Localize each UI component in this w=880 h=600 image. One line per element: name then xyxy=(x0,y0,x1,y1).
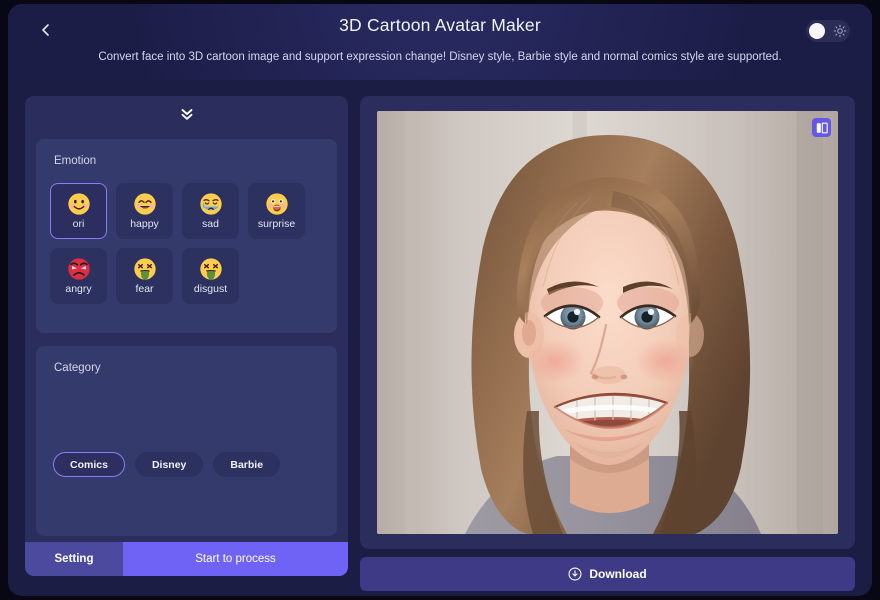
emotion-option-ori[interactable]: ori xyxy=(50,183,107,239)
app-header: 3D Cartoon Avatar Maker Convert face int… xyxy=(8,4,872,80)
astonished-face-icon xyxy=(265,193,288,215)
emotion-option-happy[interactable]: happy xyxy=(116,183,173,239)
download-button[interactable]: Download xyxy=(360,557,855,591)
preview-column: Download xyxy=(360,96,855,591)
compare-view-button[interactable] xyxy=(812,118,831,137)
sun-icon xyxy=(833,24,847,38)
page-subtitle: Convert face into 3D cartoon image and s… xyxy=(98,51,782,63)
category-card: Category Comics Disney Barbie xyxy=(36,346,337,536)
emotion-option-label: ori xyxy=(72,218,85,230)
download-button-label: Download xyxy=(589,567,647,581)
theme-toggle[interactable] xyxy=(806,20,850,42)
category-options: Comics Disney Barbie xyxy=(53,452,281,477)
category-option-barbie[interactable]: Barbie xyxy=(213,452,281,477)
emotion-option-label: surprise xyxy=(257,218,296,230)
smiling-face-with-smiling-eyes-icon xyxy=(133,193,156,215)
emotion-option-angry[interactable]: angry xyxy=(50,248,107,304)
slightly-smiling-face-icon xyxy=(67,193,90,215)
toggle-knob xyxy=(809,23,825,39)
emotion-option-label: sad xyxy=(202,218,219,230)
emotion-card: Emotion ori happy sad surprise angry fea… xyxy=(36,139,337,333)
cartoon-avatar-illustration xyxy=(377,111,838,534)
face-vomiting-icon xyxy=(133,258,156,280)
page-title: 3D Cartoon Avatar Maker xyxy=(339,15,541,35)
compare-split-view-icon xyxy=(816,122,828,133)
app-body: Emotion ori happy sad surprise angry fea… xyxy=(8,80,872,596)
collapse-panel-button[interactable] xyxy=(25,96,348,132)
app-window: 3D Cartoon Avatar Maker Convert face int… xyxy=(8,4,872,596)
controls-panel: Emotion ori happy sad surprise angry fea… xyxy=(25,96,348,542)
category-card-title: Category xyxy=(54,362,101,374)
emotion-option-surprise[interactable]: surprise xyxy=(248,183,305,239)
controls-column: Emotion ori happy sad surprise angry fea… xyxy=(25,96,348,576)
setting-button[interactable]: Setting xyxy=(25,542,123,576)
category-option-disney[interactable]: Disney xyxy=(134,452,204,477)
emotion-options: ori happy sad surprise angry fear disgus… xyxy=(50,183,326,304)
emotion-option-label: fear xyxy=(135,283,154,295)
face-vomiting-icon xyxy=(199,258,222,280)
emotion-option-sad[interactable]: sad xyxy=(182,183,239,239)
emotion-option-label: disgust xyxy=(193,283,228,295)
start-to-process-button[interactable]: Start to process xyxy=(123,542,348,576)
emotion-card-title: Emotion xyxy=(54,155,97,167)
emotion-option-label: angry xyxy=(65,283,92,295)
crying-face-icon xyxy=(199,193,222,215)
double-chevron-down-icon xyxy=(181,109,192,120)
download-circle-icon xyxy=(568,567,582,581)
emotion-option-fear[interactable]: fear xyxy=(116,248,173,304)
controls-footer: Setting Start to process xyxy=(25,542,348,576)
emotion-option-disgust[interactable]: disgust xyxy=(182,248,239,304)
preview-panel xyxy=(360,96,855,549)
avatar-preview-image xyxy=(377,111,838,534)
emotion-option-label: happy xyxy=(130,218,159,230)
category-option-comics[interactable]: Comics xyxy=(53,452,125,477)
pouting-face-icon xyxy=(67,258,90,280)
